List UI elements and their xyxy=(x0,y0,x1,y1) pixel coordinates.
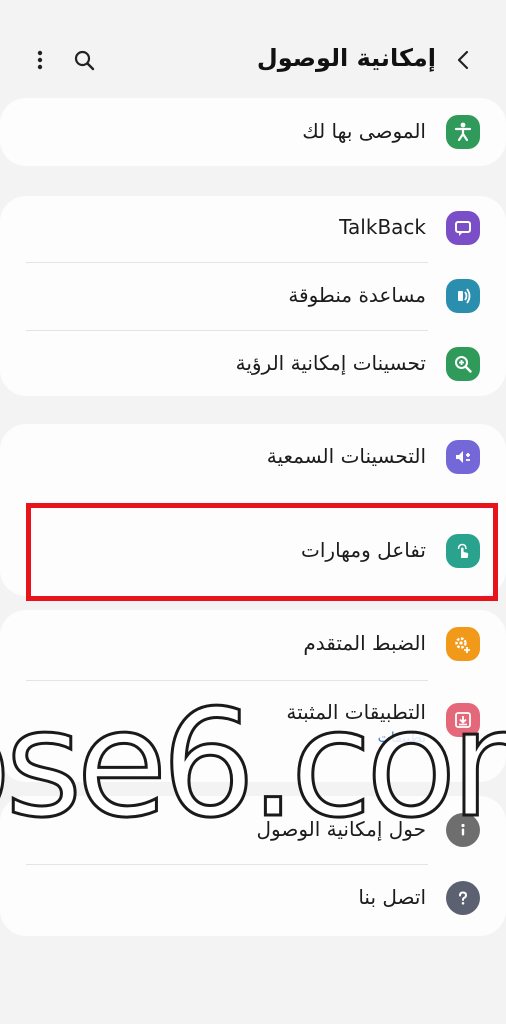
about-accessibility-label: حول إمكانية الوصول xyxy=(256,817,426,841)
info-icon xyxy=(446,813,480,847)
top-app-bar: إمكانية الوصول xyxy=(0,36,506,86)
recommended-label: الموصى بها لك xyxy=(302,119,426,143)
advanced-settings-item[interactable]: الضبط المتقدم xyxy=(0,610,506,678)
contact-us-label: اتصل بنا xyxy=(358,885,426,909)
divider xyxy=(26,680,428,681)
search-button[interactable] xyxy=(70,46,98,74)
more-vertical-icon xyxy=(37,50,43,70)
talkback-item[interactable]: TalkBack xyxy=(0,194,506,262)
chevron-right-icon xyxy=(457,50,469,70)
talkback-label: TalkBack xyxy=(339,215,426,239)
more-options-button[interactable] xyxy=(26,46,54,74)
accessibility-person-icon xyxy=(446,115,480,149)
search-icon xyxy=(74,50,95,71)
installed-apps-item[interactable]: التطبيقات المثبتة تطبيقات xyxy=(0,686,506,754)
interaction-dexterity-label: تفاعل ومهارات xyxy=(301,538,426,562)
spoken-assist-label: مساعدة منطوقة xyxy=(288,283,426,307)
help-icon xyxy=(446,881,480,915)
gear-plus-icon xyxy=(446,627,480,661)
spoken-assist-item[interactable]: مساعدة منطوقة xyxy=(0,262,506,330)
visibility-enhancements-item[interactable]: تحسينات إمكانية الرؤية xyxy=(0,330,506,398)
contact-us-item[interactable]: اتصل بنا xyxy=(0,864,506,932)
hearing-icon xyxy=(446,440,480,474)
zoom-in-icon xyxy=(446,347,480,381)
download-icon xyxy=(446,703,480,737)
talkback-icon xyxy=(446,211,480,245)
advanced-settings-label: الضبط المتقدم xyxy=(303,631,426,655)
interaction-dexterity-item[interactable]: تفاعل ومهارات xyxy=(0,517,506,585)
hearing-enhancements-item[interactable]: التحسينات السمعية xyxy=(0,423,506,491)
installed-apps-label: التطبيقات المثبتة xyxy=(286,700,426,724)
spoken-assist-icon xyxy=(446,279,480,313)
recommended-item[interactable]: الموصى بها لك xyxy=(0,98,506,166)
visibility-enhancements-label: تحسينات إمكانية الرؤية xyxy=(235,351,426,375)
hearing-enhancements-label: التحسينات السمعية xyxy=(266,444,426,468)
about-accessibility-item[interactable]: حول إمكانية الوصول xyxy=(0,796,506,864)
back-button[interactable] xyxy=(450,46,478,74)
touch-icon xyxy=(446,534,480,568)
page-title: إمكانية الوصول xyxy=(256,44,436,72)
installed-apps-sublabel: تطبيقات xyxy=(377,730,426,746)
